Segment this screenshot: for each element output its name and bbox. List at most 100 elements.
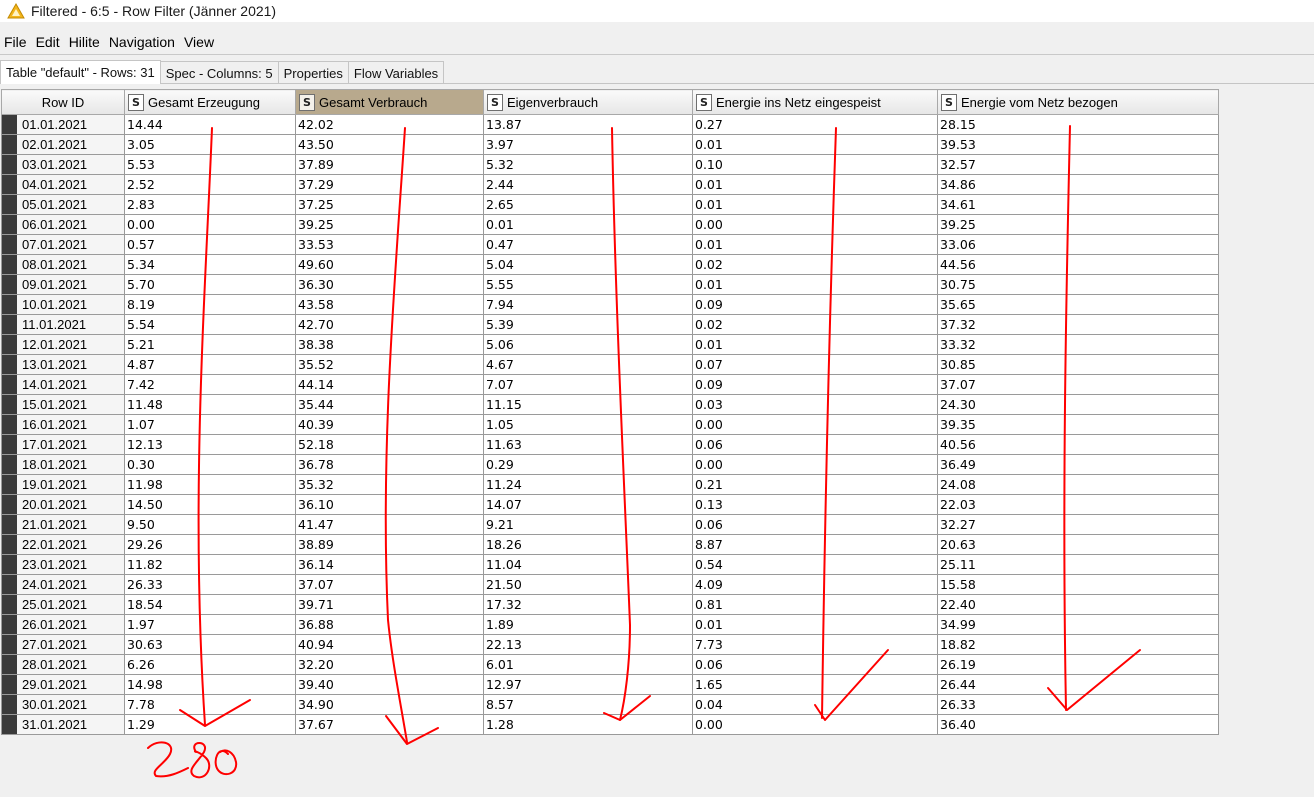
table-cell[interactable]: 5.32 [483,154,693,175]
table-cell[interactable]: 0.00 [692,414,938,435]
table-cell[interactable]: 33.06 [937,234,1219,255]
table-cell[interactable]: 37.25 [295,194,484,215]
table-row[interactable]: 11.01.2021 5.54 42.70 5.39 0.02 37.32 [1,314,1219,335]
table-cell[interactable]: 1.29 [124,714,296,735]
table-cell[interactable]: 39.35 [937,414,1219,435]
table-cell[interactable]: 38.38 [295,334,484,355]
table-row[interactable]: 01.01.2021 14.44 42.02 13.87 0.27 28.15 [1,114,1219,135]
table-cell[interactable]: 0.09 [692,294,938,315]
column-header-gesamt-erzeugung[interactable]: S Gesamt Erzeugung [124,89,296,115]
table-row[interactable]: 03.01.2021 5.53 37.89 5.32 0.10 32.57 [1,154,1219,175]
table-cell[interactable]: 5.04 [483,254,693,275]
row-id-cell[interactable]: 25.01.2021 [1,594,125,615]
table-cell[interactable]: 0.06 [692,514,938,535]
table-cell[interactable]: 11.04 [483,554,693,575]
column-header-rowid[interactable]: Row ID [1,89,125,115]
table-cell[interactable]: 37.67 [295,714,484,735]
row-id-cell[interactable]: 17.01.2021 [1,434,125,455]
row-id-cell[interactable]: 14.01.2021 [1,374,125,395]
table-row[interactable]: 09.01.2021 5.70 36.30 5.55 0.01 30.75 [1,274,1219,295]
row-id-cell[interactable]: 04.01.2021 [1,174,125,195]
table-cell[interactable]: 7.78 [124,694,296,715]
row-id-cell[interactable]: 28.01.2021 [1,654,125,675]
table-row[interactable]: 15.01.2021 11.48 35.44 11.15 0.03 24.30 [1,394,1219,415]
table-cell[interactable]: 2.52 [124,174,296,195]
table-cell[interactable]: 18.82 [937,634,1219,655]
row-id-cell[interactable]: 12.01.2021 [1,334,125,355]
row-id-cell[interactable]: 13.01.2021 [1,354,125,375]
row-id-cell[interactable]: 29.01.2021 [1,674,125,695]
table-cell[interactable]: 2.83 [124,194,296,215]
table-cell[interactable]: 11.82 [124,554,296,575]
table-cell[interactable]: 36.88 [295,614,484,635]
table-cell[interactable]: 11.63 [483,434,693,455]
table-cell[interactable]: 35.52 [295,354,484,375]
table-cell[interactable]: 8.57 [483,694,693,715]
table-cell[interactable]: 5.53 [124,154,296,175]
table-cell[interactable]: 43.58 [295,294,484,315]
table-cell[interactable]: 25.11 [937,554,1219,575]
table-row[interactable]: 02.01.2021 3.05 43.50 3.97 0.01 39.53 [1,134,1219,155]
table-cell[interactable]: 0.07 [692,354,938,375]
menu-file[interactable]: File [0,34,31,50]
row-id-cell[interactable]: 24.01.2021 [1,574,125,595]
table-row[interactable]: 10.01.2021 8.19 43.58 7.94 0.09 35.65 [1,294,1219,315]
table-row[interactable]: 08.01.2021 5.34 49.60 5.04 0.02 44.56 [1,254,1219,275]
table-cell[interactable]: 5.34 [124,254,296,275]
table-cell[interactable]: 39.71 [295,594,484,615]
table-cell[interactable]: 4.09 [692,574,938,595]
table-cell[interactable]: 0.01 [692,174,938,195]
table-cell[interactable]: 0.02 [692,314,938,335]
table-cell[interactable]: 41.47 [295,514,484,535]
table-cell[interactable]: 17.32 [483,594,693,615]
table-cell[interactable]: 36.40 [937,714,1219,735]
table-cell[interactable]: 39.25 [937,214,1219,235]
table-cell[interactable]: 29.26 [124,534,296,555]
table-row[interactable]: 07.01.2021 0.57 33.53 0.47 0.01 33.06 [1,234,1219,255]
table-row[interactable]: 25.01.2021 18.54 39.71 17.32 0.81 22.40 [1,594,1219,615]
table-cell[interactable]: 36.30 [295,274,484,295]
table-cell[interactable]: 40.94 [295,634,484,655]
table-cell[interactable]: 11.98 [124,474,296,495]
table-cell[interactable]: 32.27 [937,514,1219,535]
table-cell[interactable]: 11.48 [124,394,296,415]
table-cell[interactable]: 0.03 [692,394,938,415]
row-id-cell[interactable]: 08.01.2021 [1,254,125,275]
row-id-cell[interactable]: 16.01.2021 [1,414,125,435]
table-cell[interactable]: 34.99 [937,614,1219,635]
table-row[interactable]: 13.01.2021 4.87 35.52 4.67 0.07 30.85 [1,354,1219,375]
table-cell[interactable]: 42.02 [295,114,484,135]
row-id-cell[interactable]: 22.01.2021 [1,534,125,555]
table-cell[interactable]: 42.70 [295,314,484,335]
column-header-gesamt-verbrauch[interactable]: S Gesamt Verbrauch [295,89,484,115]
table-cell[interactable]: 35.65 [937,294,1219,315]
table-cell[interactable]: 15.58 [937,574,1219,595]
table-cell[interactable]: 24.30 [937,394,1219,415]
table-row[interactable]: 22.01.2021 29.26 38.89 18.26 8.87 20.63 [1,534,1219,555]
table-row[interactable]: 17.01.2021 12.13 52.18 11.63 0.06 40.56 [1,434,1219,455]
table-cell[interactable]: 32.20 [295,654,484,675]
table-cell[interactable]: 5.06 [483,334,693,355]
row-id-cell[interactable]: 20.01.2021 [1,494,125,515]
table-cell[interactable]: 52.18 [295,434,484,455]
table-cell[interactable]: 4.67 [483,354,693,375]
table-cell[interactable]: 0.00 [692,714,938,735]
table-cell[interactable]: 5.39 [483,314,693,335]
table-cell[interactable]: 0.57 [124,234,296,255]
table-cell[interactable]: 30.75 [937,274,1219,295]
table-cell[interactable]: 37.07 [937,374,1219,395]
table-cell[interactable]: 22.13 [483,634,693,655]
row-id-cell[interactable]: 01.01.2021 [1,114,125,135]
table-row[interactable]: 23.01.2021 11.82 36.14 11.04 0.54 25.11 [1,554,1219,575]
table-cell[interactable]: 13.87 [483,114,693,135]
row-id-cell[interactable]: 19.01.2021 [1,474,125,495]
table-cell[interactable]: 24.08 [937,474,1219,495]
table-cell[interactable]: 8.19 [124,294,296,315]
table-cell[interactable]: 35.32 [295,474,484,495]
table-cell[interactable]: 36.14 [295,554,484,575]
table-cell[interactable]: 14.44 [124,114,296,135]
table-cell[interactable]: 5.54 [124,314,296,335]
table-cell[interactable]: 49.60 [295,254,484,275]
tab-table[interactable]: Table "default" - Rows: 31 [0,60,161,84]
table-cell[interactable]: 9.21 [483,514,693,535]
